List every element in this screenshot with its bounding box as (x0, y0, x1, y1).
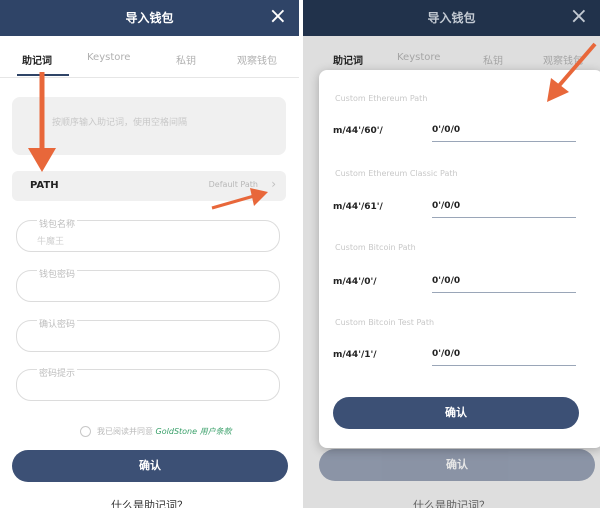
close-icon[interactable]: × (269, 3, 287, 31)
wallet-password-label: 钱包密码 (37, 267, 78, 280)
wallet-name-label: 钱包名称 (37, 217, 78, 230)
wallet-password-field[interactable]: 钱包密码 (16, 267, 280, 302)
password-hint-label: 密码提示 (37, 366, 78, 379)
path-settings-screen: 导入钱包 × 助记词 Keystore 私钥 观察钱包 确认 什么是助记词？ C… (303, 0, 600, 508)
annotation-arrow-diagonal-icon (547, 42, 597, 102)
password-hint-field[interactable]: 密码提示 (16, 366, 280, 401)
ethereum-classic-path-input[interactable]: 0'/0/0 (432, 201, 576, 218)
header-bar: 导入钱包 × (0, 0, 299, 36)
import-wallet-screen: 导入钱包 × 助记词 Keystore 私钥 观察钱包 按顺序输入助记词，使用空… (0, 0, 299, 508)
wallet-name-placeholder: 牛魔王 (37, 237, 65, 247)
wallet-name-field[interactable]: 钱包名称 牛魔王 (16, 217, 280, 252)
bitcoin-test-path-prefix: m/44'/1'/ (333, 350, 377, 360)
tab-watch-wallet[interactable]: 观察钱包 (237, 52, 277, 67)
tab-mnemonic[interactable]: 助记词 (22, 52, 52, 67)
confirm-button[interactable]: 确认 (12, 450, 288, 482)
ethereum-classic-path-prefix: m/44'/61'/ (333, 202, 383, 212)
annotation-arrow-right-icon (211, 188, 268, 210)
what-is-mnemonic-link[interactable]: 什么是助记词？ (0, 497, 299, 508)
ethereum-classic-path-title: Custom Ethereum Classic Path (335, 169, 458, 178)
confirm-password-field[interactable]: 确认密码 (16, 317, 280, 352)
tab-keystore[interactable]: Keystore (87, 52, 130, 63)
custom-path-dialog: Custom Ethereum Path m/44'/60'/ 0'/0/0 C… (319, 70, 600, 448)
bitcoin-test-path-title: Custom Bitcoin Test Path (335, 318, 435, 327)
ethereum-path-prefix: m/44'/60'/ (333, 126, 383, 136)
tab-private-key[interactable]: 私钥 (176, 52, 196, 67)
mnemonic-placeholder: 按顺序输入助记词，使用空格间隔 (52, 118, 188, 128)
annotation-arrow-down-icon (28, 72, 56, 172)
agreement-text: 我已阅读并同意 (97, 427, 153, 436)
bitcoin-path-prefix: m/44'/0'/ (333, 277, 377, 287)
confirm-password-label: 确认密码 (37, 317, 78, 330)
agreement-checkbox[interactable] (80, 426, 91, 437)
terms-link[interactable]: GoldStone 用户条款 (156, 427, 232, 436)
page-title: 导入钱包 (125, 11, 174, 25)
ethereum-path-input[interactable]: 0'/0/0 (432, 125, 576, 142)
bitcoin-path-input[interactable]: 0'/0/0 (432, 276, 576, 293)
path-label: PATH (30, 180, 59, 191)
modal-confirm-button[interactable]: 确认 (333, 397, 579, 429)
ethereum-path-title: Custom Ethereum Path (335, 94, 428, 103)
bitcoin-test-path-input[interactable]: 0'/0/0 (432, 349, 576, 366)
agreement-row: 我已阅读并同意 GoldStone 用户条款 (80, 426, 232, 440)
bitcoin-path-title: Custom Bitcoin Path (335, 243, 416, 252)
